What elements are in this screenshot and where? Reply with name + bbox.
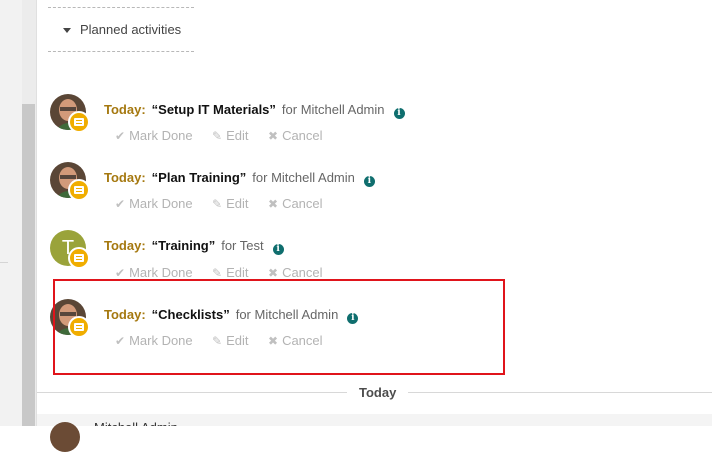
edit-button[interactable]: ✎ Edit [212,196,268,211]
info-circle-icon[interactable]: i [363,175,375,187]
activity-summary: “Setup IT Materials” [151,102,276,117]
avatar[interactable] [50,162,90,202]
activity-item: Today: “Setup IT Materials” for Mitchell… [37,94,712,154]
avatar[interactable]: T [50,230,90,270]
avatar[interactable] [50,422,80,452]
check-icon: ✔ [115,128,126,143]
date-separator-label: Today [347,385,409,400]
pencil-icon: ✎ [212,196,223,211]
mark-done-button[interactable]: ✔ Mark Done [115,265,212,280]
caret-down-icon [63,27,71,33]
left-gutter [0,0,23,426]
times-icon: ✖ [268,265,279,280]
gutter-divider [0,262,8,263]
activity-assignee: for Mitchell Admin [252,170,355,185]
activity-item: Today: “Plan Training” for Mitchell Admi… [37,162,712,222]
due-label: Today: [104,170,146,185]
mark-done-button[interactable]: ✔ Mark Done [115,128,212,143]
due-label: Today: [104,238,146,253]
planned-activities-toggle[interactable]: Planned activities [63,22,181,37]
message-author: Mitchell Admin [94,420,178,426]
divider-bottom [48,51,194,52]
avatar[interactable] [50,94,90,134]
info-circle-icon[interactable]: i [272,243,284,255]
check-icon: ✔ [115,265,126,280]
edit-button[interactable]: ✎ Edit [212,265,268,280]
times-icon: ✖ [268,128,279,143]
pencil-icon: ✎ [212,128,223,143]
mark-done-button[interactable]: ✔ Mark Done [115,196,212,211]
highlight-box [53,279,505,375]
cancel-button[interactable]: ✖ Cancel [268,196,323,211]
pencil-icon: ✎ [212,265,223,280]
planned-activities-label: Planned activities [80,22,182,37]
activity-assignee: for Test [221,238,264,253]
chatter-panel: Planned activities Today: “Setup IT Mate… [36,0,712,452]
scrollbar-thumb[interactable] [22,104,35,426]
times-icon: ✖ [268,196,279,211]
activity-type-icon [68,111,90,133]
check-icon: ✔ [115,196,126,211]
divider-top [48,7,194,8]
info-circle-icon[interactable]: i [393,107,405,119]
edit-button[interactable]: ✎ Edit [212,128,268,143]
activity-summary: “Plan Training” [151,170,247,185]
cancel-button[interactable]: ✖ Cancel [268,128,323,143]
activity-type-icon [68,179,90,201]
activity-type-icon [68,247,90,269]
activity-summary: “Training” [151,238,216,253]
due-label: Today: [104,102,146,117]
cancel-button[interactable]: ✖ Cancel [268,265,323,280]
activity-assignee: for Mitchell Admin [281,102,385,117]
